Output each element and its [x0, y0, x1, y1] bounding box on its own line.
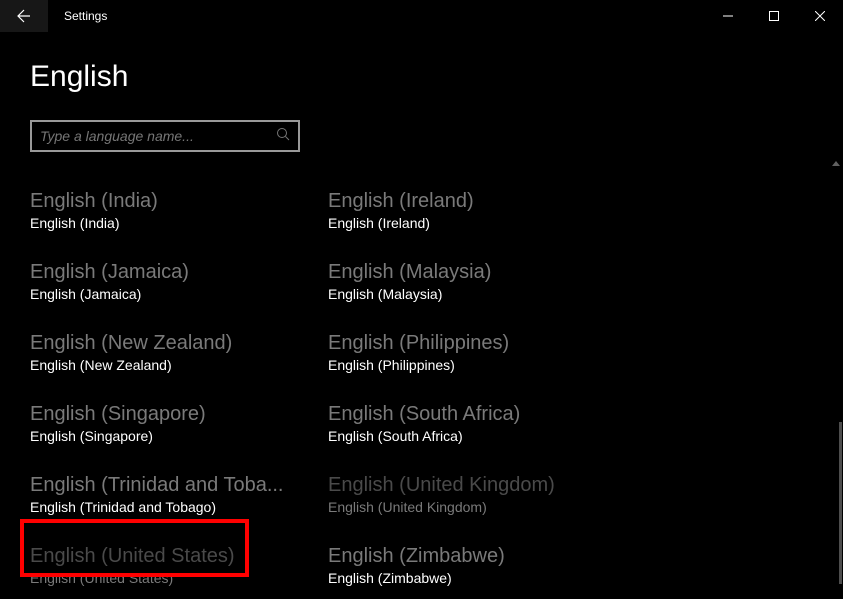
language-primary-label: English (United Kingdom): [328, 472, 626, 498]
language-secondary-label: English (New Zealand): [30, 357, 328, 373]
scrollbar[interactable]: [828, 156, 843, 599]
language-secondary-label: English (South Africa): [328, 428, 626, 444]
language-item[interactable]: English (Jamaica)English (Jamaica): [30, 257, 328, 304]
page-title: English: [30, 60, 813, 94]
language-primary-label: English (New Zealand): [30, 330, 328, 356]
language-item[interactable]: English (Singapore)English (Singapore): [30, 399, 328, 446]
back-arrow-icon: [16, 8, 32, 24]
close-icon: [815, 11, 825, 21]
language-primary-label: English (Trinidad and Toba...: [30, 472, 328, 498]
language-item[interactable]: English (Ireland)English (Ireland): [328, 186, 626, 233]
window-controls: [705, 0, 843, 32]
language-primary-label: English (Jamaica): [30, 259, 328, 285]
language-item[interactable]: English (New Zealand)English (New Zealan…: [30, 328, 328, 375]
content-area: English English (India)English (India)En…: [0, 32, 843, 588]
maximize-icon: [769, 11, 779, 21]
chevron-up-icon: [832, 161, 840, 166]
language-primary-label: English (Malaysia): [328, 259, 626, 285]
language-secondary-label: English (Ireland): [328, 215, 626, 231]
titlebar: Settings: [0, 0, 843, 32]
language-item[interactable]: English (Trinidad and Toba...English (Tr…: [30, 470, 328, 517]
language-primary-label: English (Philippines): [328, 330, 626, 356]
search-input[interactable]: [40, 128, 276, 144]
window-title: Settings: [64, 9, 107, 23]
language-primary-label: English (Zimbabwe): [328, 543, 626, 569]
language-secondary-label: English (Malaysia): [328, 286, 626, 302]
close-button[interactable]: [797, 0, 843, 32]
search-icon: [276, 127, 290, 146]
language-secondary-label: English (United Kingdom): [328, 499, 626, 515]
scroll-up-button[interactable]: [828, 156, 843, 171]
maximize-button[interactable]: [751, 0, 797, 32]
minimize-icon: [723, 11, 733, 21]
language-secondary-label: English (Philippines): [328, 357, 626, 373]
language-item[interactable]: English (Zimbabwe)English (Zimbabwe): [328, 541, 626, 588]
language-primary-label: English (United States): [30, 543, 328, 569]
language-primary-label: English (India): [30, 188, 328, 214]
minimize-button[interactable]: [705, 0, 751, 32]
language-item[interactable]: English (United States)English (United S…: [30, 541, 328, 588]
language-secondary-label: English (Zimbabwe): [328, 570, 626, 586]
language-item[interactable]: English (Malaysia)English (Malaysia): [328, 257, 626, 304]
language-secondary-label: English (Trinidad and Tobago): [30, 499, 328, 515]
language-item[interactable]: English (India)English (India): [30, 186, 328, 233]
search-box[interactable]: [30, 120, 300, 152]
language-secondary-label: English (India): [30, 215, 328, 231]
language-primary-label: English (South Africa): [328, 401, 626, 427]
language-primary-label: English (Ireland): [328, 188, 626, 214]
language-secondary-label: English (Singapore): [30, 428, 328, 444]
back-button[interactable]: [0, 0, 48, 32]
language-secondary-label: English (Jamaica): [30, 286, 328, 302]
language-grid: English (India)English (India)English (I…: [30, 186, 813, 588]
language-primary-label: English (Singapore): [30, 401, 328, 427]
language-item[interactable]: English (South Africa)English (South Afr…: [328, 399, 626, 446]
language-secondary-label: English (United States): [30, 570, 328, 586]
scroll-thumb[interactable]: [839, 422, 842, 584]
language-item[interactable]: English (Philippines)English (Philippine…: [328, 328, 626, 375]
language-item[interactable]: English (United Kingdom)English (United …: [328, 470, 626, 517]
